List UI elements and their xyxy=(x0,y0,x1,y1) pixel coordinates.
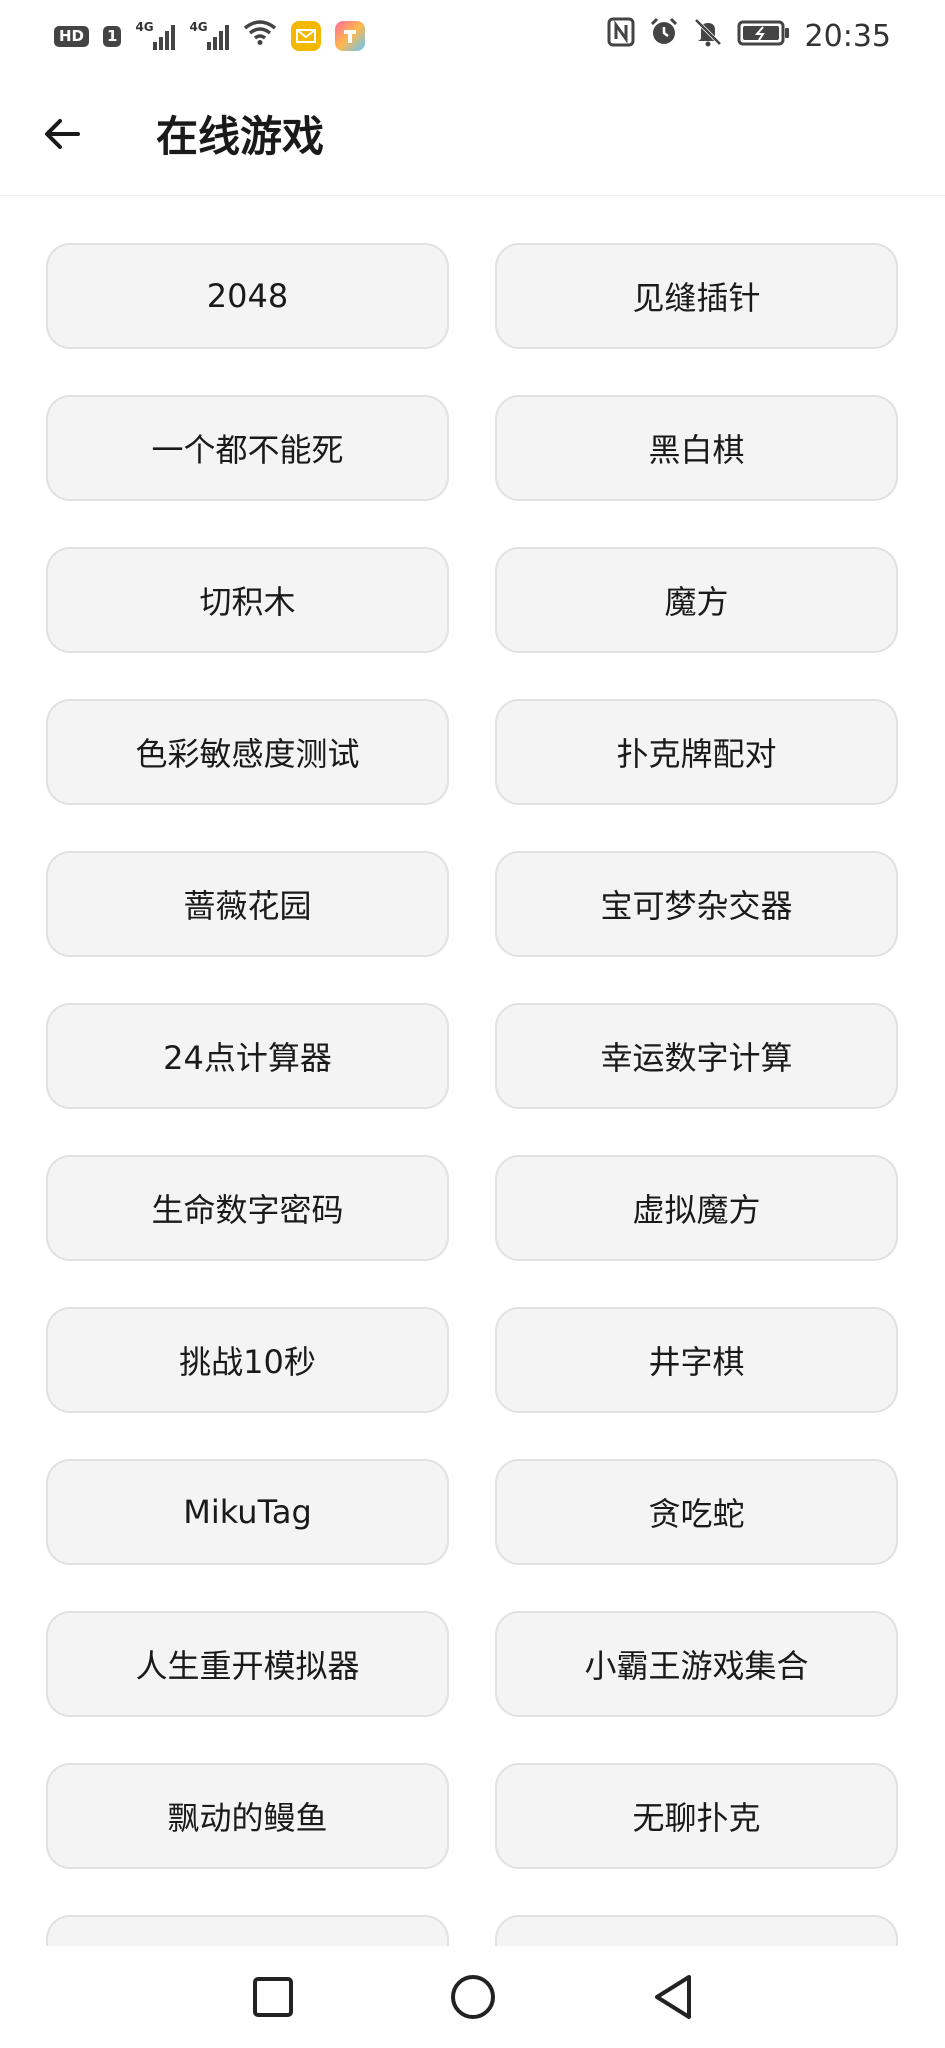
game-list[interactable]: 2048 见缝插针 一个都不能死 黑白棋 切积木 魔方 色彩敏感度测试 扑克牌配… xyxy=(0,197,945,1946)
status-bar-right: 20:35 xyxy=(607,17,891,55)
back-button[interactable] xyxy=(30,102,94,166)
game-button-color-sensitivity-test[interactable]: 色彩敏感度测试 xyxy=(46,699,449,805)
game-button-none-can-die[interactable]: 一个都不能死 xyxy=(46,395,449,501)
app-bar: 在线游戏 xyxy=(0,72,945,196)
nav-back-button[interactable] xyxy=(573,1946,773,2048)
home-button[interactable] xyxy=(373,1946,573,2048)
game-button-lucky-number[interactable]: 幸运数字计算 xyxy=(495,1003,898,1109)
status-bar-left: HD 1 4G 4G xyxy=(54,18,366,54)
game-button-boring-poker[interactable]: 无聊扑克 xyxy=(495,1763,898,1869)
game-button-mikutag[interactable]: MikuTag xyxy=(46,1459,449,1565)
game-button-tic-tac-toe[interactable]: 井字棋 xyxy=(495,1307,898,1413)
game-button-reversi[interactable]: 黑白棋 xyxy=(495,395,898,501)
signal-icon: 4G xyxy=(135,20,176,50)
game-button-cut-blocks[interactable]: 切积木 xyxy=(46,547,449,653)
game-button-challenge-10s[interactable]: 挑战10秒 xyxy=(46,1307,449,1413)
game-grid: 2048 见缝插针 一个都不能死 黑白棋 切积木 魔方 色彩敏感度测试 扑克牌配… xyxy=(46,243,900,1946)
game-button-pokemon-fusion[interactable]: 宝可梦杂交器 xyxy=(495,851,898,957)
page-title: 在线游戏 xyxy=(156,112,325,161)
app-icon xyxy=(335,21,366,51)
network-type-label: 4G xyxy=(189,20,208,34)
battery-icon xyxy=(737,19,791,54)
hd-icon: HD xyxy=(54,25,90,47)
game-button-rose-garden[interactable]: 蔷薇花园 xyxy=(46,851,449,957)
status-bar: HD 1 4G 4G 20:35 xyxy=(0,0,945,72)
game-button-partial[interactable] xyxy=(495,1915,898,1946)
mute-icon xyxy=(693,17,723,55)
game-button-rubiks-cube[interactable]: 魔方 xyxy=(495,547,898,653)
game-button-life-number-code[interactable]: 生命数字密码 xyxy=(46,1155,449,1261)
network-type-label: 4G xyxy=(135,20,154,34)
alarm-icon xyxy=(649,17,679,55)
game-button-nes-collection[interactable]: 小霸王游戏集合 xyxy=(495,1611,898,1717)
game-button-24-calculator[interactable]: 24点计算器 xyxy=(46,1003,449,1109)
game-button-virtual-cube[interactable]: 虚拟魔方 xyxy=(495,1155,898,1261)
back-triangle-icon xyxy=(654,1975,691,2019)
signal-icon: 4G xyxy=(189,20,230,50)
sim-icon: 1 xyxy=(103,25,122,47)
game-button-stick-the-pin[interactable]: 见缝插针 xyxy=(495,243,898,349)
game-button-2048[interactable]: 2048 xyxy=(46,243,449,349)
game-button-card-matching[interactable]: 扑克牌配对 xyxy=(495,699,898,805)
home-circle-icon xyxy=(450,1975,495,2019)
hd-label: HD xyxy=(59,26,85,45)
system-nav-bar xyxy=(0,1946,945,2048)
mail-app-icon xyxy=(291,21,322,51)
sim-label: 1 xyxy=(107,26,118,45)
wifi-icon xyxy=(243,18,277,54)
nfc-icon xyxy=(607,17,635,55)
arrow-left-icon xyxy=(45,118,80,149)
game-button-snake[interactable]: 贪吃蛇 xyxy=(495,1459,898,1565)
recents-square-icon xyxy=(252,1977,293,2017)
game-button-partial[interactable] xyxy=(46,1915,449,1946)
game-button-floating-eel[interactable]: 飘动的鳗鱼 xyxy=(46,1763,449,1869)
clock: 20:35 xyxy=(804,18,891,54)
game-button-life-restart[interactable]: 人生重开模拟器 xyxy=(46,1611,449,1717)
recents-button[interactable] xyxy=(173,1946,373,2048)
